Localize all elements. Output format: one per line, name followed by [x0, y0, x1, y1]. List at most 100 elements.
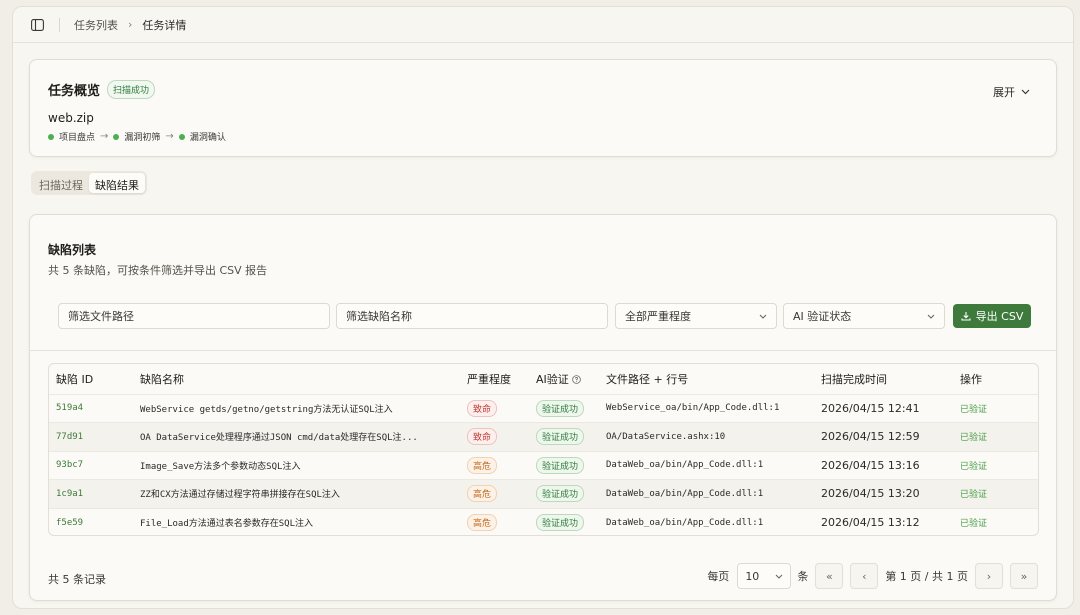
ai-status-badge: 验证成功 [536, 399, 585, 417]
help-circle-icon[interactable] [572, 374, 582, 384]
file-path: DataWeb_oa/bin/App_Code.dll:1 [599, 450, 814, 480]
export-csv-label: 导出 CSV [975, 310, 1024, 323]
chevron-right-icon: › [986, 569, 992, 583]
table-row[interactable]: 1c9a1 ZZ和CX方法通过存储过程字符串拼接存在SQL注入 高危 验证成功 … [49, 479, 1038, 508]
breadcrumb-task-list[interactable]: 任务列表 [74, 17, 118, 33]
stage-progress: 项目盘点 → 漏洞初筛 → 漏洞确认 [48, 130, 226, 143]
overview-card: 任务概览 扫描成功 展开 web.zip 项目盘点 → 漏洞初筛 → 漏洞确认 [29, 59, 1057, 157]
path-filter-input[interactable]: 筛选文件路径 [58, 303, 330, 329]
table-row[interactable]: 519a4 WebService getds/getno/getstring方法… [49, 393, 1038, 423]
defect-list-card: 缺陷列表 共 5 条缺陷，可按条件筛选并导出 CSV 报告 筛选文件路径 筛选缺… [29, 214, 1057, 601]
per-page-label: 每页 [707, 570, 730, 583]
name-filter-input[interactable]: 筛选缺陷名称 [336, 303, 608, 329]
defect-id[interactable]: 77d91 [49, 422, 133, 451]
verified-action[interactable]: 已验证 [953, 450, 1038, 480]
defect-name: File_Load方法通过表名参数存在SQL注入 [133, 507, 460, 535]
defect-id[interactable]: f5e59 [49, 507, 133, 535]
verified-action[interactable]: 已验证 [953, 507, 1038, 535]
defect-name: OA DataService处理程序通过JSON cmd/data处理存在SQL… [133, 422, 460, 451]
breadcrumb-task-detail: 任务详情 [142, 18, 187, 32]
ai-status-badge: 验证成功 [536, 428, 585, 446]
ai-cell: 验证成功 [529, 393, 599, 423]
defect-table: 缺陷 ID 缺陷名称 严重程度 AI验证 文件路径 + 行号 扫描完成时间 操作… [48, 363, 1039, 536]
severity-select-value: 全部严重程度 [625, 310, 691, 323]
page-info: 第 1 页 / 共 1 页 [885, 570, 968, 583]
path-filter-placeholder: 筛选文件路径 [68, 310, 134, 323]
file-path: DataWeb_oa/bin/App_Code.dll:1 [599, 507, 814, 535]
stage-dot-icon [178, 133, 185, 140]
table-row[interactable]: 93bc7 Image_Save方法多个参数动态SQL注入 高危 验证成功 Da… [49, 450, 1038, 480]
table-row[interactable]: 77d91 OA DataService处理程序通过JSON cmd/data处… [49, 422, 1038, 451]
pagination: 每页 10 条 « ‹ 第 1 页 / 共 1 页 › » [707, 563, 1038, 589]
scan-time: 2026/04/15 13:12 [814, 507, 953, 535]
tab-defect-results[interactable]: 缺陷结果 [89, 173, 145, 193]
severity-badge: 高危 [467, 456, 498, 474]
file-path: DataWeb_oa/bin/App_Code.dll:1 [599, 479, 814, 508]
tab-scan-process[interactable]: 扫描过程 [33, 173, 89, 193]
ai-cell: 验证成功 [529, 507, 599, 535]
table-row[interactable]: f5e59 File_Load方法通过表名参数存在SQL注入 高危 验证成功 D… [49, 507, 1038, 535]
ai-status-select[interactable]: AI 验证状态 [783, 303, 945, 329]
chevron-right-icon: › [128, 18, 133, 31]
last-page-button[interactable]: » [1010, 563, 1038, 589]
severity-cell: 致命 [460, 422, 529, 451]
column-header-name[interactable]: 缺陷名称 [133, 364, 460, 394]
verified-action[interactable]: 已验证 [953, 479, 1038, 508]
stage-dot-icon [113, 133, 120, 140]
file-path: OA/DataService.ashx:10 [599, 422, 814, 451]
column-header-id[interactable]: 缺陷 ID [49, 364, 133, 394]
divider [59, 17, 60, 32]
chevron-down-icon [759, 314, 767, 319]
severity-badge: 致命 [467, 428, 498, 446]
top-bar: 任务列表 › 任务详情 [13, 7, 1073, 43]
export-csv-button[interactable]: 导出 CSV [953, 304, 1031, 328]
column-header-ai[interactable]: AI验证 [529, 364, 599, 394]
name-filter-placeholder: 筛选缺陷名称 [346, 310, 412, 323]
first-page-button[interactable]: « [815, 563, 844, 589]
severity-cell: 高危 [460, 450, 529, 480]
stage-label: 项目盘点 [59, 133, 96, 143]
defect-list-title: 缺陷列表 [48, 243, 97, 257]
defect-id[interactable]: 519a4 [49, 393, 133, 423]
ai-cell: 验证成功 [529, 479, 599, 508]
severity-cell: 高危 [460, 479, 529, 508]
app-window: 任务列表 › 任务详情 任务概览 扫描成功 展开 web.zip 项目盘点 → … [12, 6, 1074, 609]
next-page-button[interactable]: › [975, 563, 1003, 589]
double-chevron-left-icon: « [825, 569, 833, 583]
ai-cell: 验证成功 [529, 422, 599, 451]
chevron-down-icon [927, 314, 935, 319]
severity-cell: 高危 [460, 507, 529, 535]
column-header-severity[interactable]: 严重程度 [460, 364, 529, 394]
ai-status-badge: 验证成功 [536, 485, 585, 503]
ai-status-badge: 验证成功 [536, 514, 585, 531]
per-page-unit: 条 [797, 570, 809, 583]
chevron-left-icon: ‹ [862, 569, 867, 583]
ai-cell: 验证成功 [529, 450, 599, 480]
defect-id[interactable]: 1c9a1 [49, 479, 133, 508]
severity-badge: 高危 [467, 514, 498, 531]
total-records: 共 5 条记录 [48, 573, 106, 586]
prev-page-button[interactable]: ‹ [850, 563, 879, 589]
scan-time: 2026/04/15 13:20 [814, 479, 953, 508]
defect-id[interactable]: 93bc7 [49, 450, 133, 480]
severity-select[interactable]: 全部严重程度 [615, 303, 777, 329]
sidebar-toggle-icon[interactable] [29, 17, 45, 33]
stage-label: 漏洞确认 [189, 133, 226, 143]
chevron-down-icon [1021, 89, 1030, 95]
ai-header-label: AI验证 [536, 372, 569, 386]
table-header-row: 缺陷 ID 缺陷名称 严重程度 AI验证 文件路径 + 行号 扫描完成时间 操作 [49, 364, 1038, 394]
defect-name: WebService getds/getno/getstring方法无认证SQL… [133, 393, 460, 423]
column-header-time[interactable]: 扫描完成时间 [814, 364, 953, 394]
defect-list-subtitle: 共 5 条缺陷，可按条件筛选并导出 CSV 报告 [48, 264, 268, 277]
double-chevron-right-icon: » [1020, 569, 1028, 583]
file-path: WebService_oa/bin/App_Code.dll:1 [599, 393, 814, 423]
verified-action[interactable]: 已验证 [953, 422, 1038, 451]
arrow-right-icon: → [100, 131, 109, 142]
expand-label: 展开 [993, 86, 1015, 99]
page-size-value: 10 [745, 569, 760, 583]
verified-action[interactable]: 已验证 [953, 393, 1038, 423]
defect-name: ZZ和CX方法通过存储过程字符串拼接存在SQL注入 [133, 479, 460, 508]
column-header-path[interactable]: 文件路径 + 行号 [599, 364, 814, 394]
expand-button[interactable]: 展开 [993, 84, 1030, 100]
page-size-select[interactable]: 10 [737, 563, 792, 589]
